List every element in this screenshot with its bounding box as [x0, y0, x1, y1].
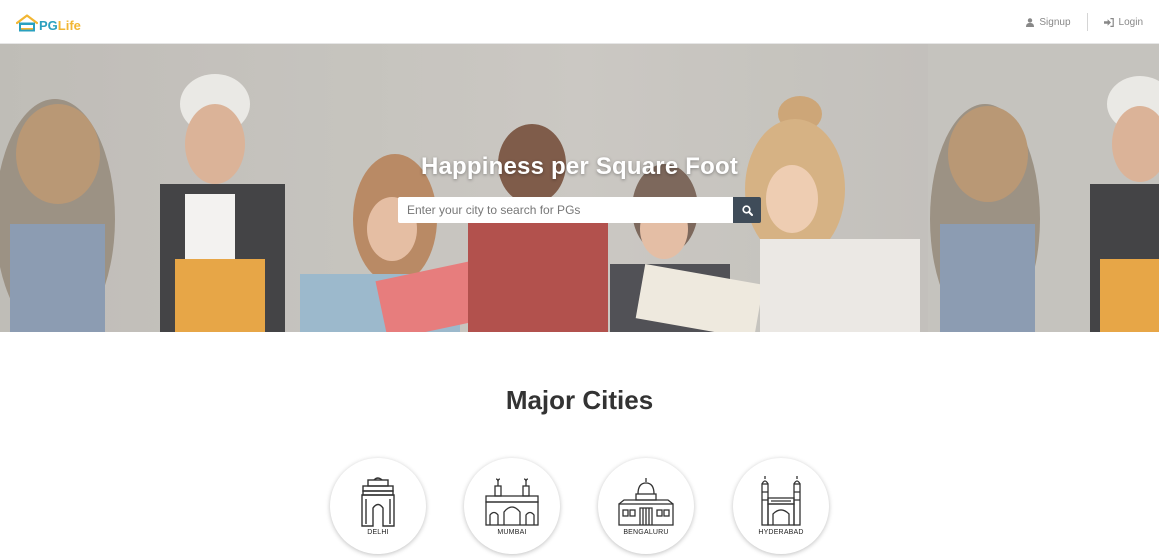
hero-banner: Happiness per Square Foot — [0, 44, 1159, 332]
sign-in-icon — [1103, 17, 1114, 27]
city-card-mumbai[interactable]: MUMBAI — [464, 458, 560, 554]
city-name-mumbai: MUMBAI — [497, 529, 527, 536]
top-navbar: PGLife Signup Login — [0, 0, 1159, 44]
login-label: Login — [1118, 16, 1143, 28]
signup-label: Signup — [1039, 16, 1071, 28]
city-name-delhi: DELHI — [367, 529, 389, 536]
search-button[interactable] — [733, 197, 761, 223]
charminar-icon — [761, 476, 801, 526]
vidhana-soudha-icon — [618, 478, 674, 526]
signup-link[interactable]: Signup — [1026, 16, 1071, 28]
search-icon — [741, 204, 753, 216]
city-search-form — [398, 197, 761, 223]
auth-nav: Signup Login — [1026, 13, 1143, 31]
logo-text-pg: PG — [39, 18, 58, 33]
house-logo-icon — [16, 14, 38, 32]
hero-tagline: Happiness per Square Foot — [420, 153, 739, 180]
city-card-hyderabad[interactable]: HYDERABAD — [733, 458, 829, 554]
nav-divider — [1086, 13, 1088, 31]
city-name-hyderabad: HYDERABAD — [758, 529, 804, 536]
major-cities-heading: Major Cities — [505, 385, 654, 415]
city-card-bengaluru[interactable]: BENGALURU — [598, 458, 694, 554]
pglife-logo[interactable]: PGLife — [16, 11, 81, 33]
gateway-of-india-icon — [485, 478, 539, 526]
city-name-bengaluru: BENGALURU — [623, 529, 669, 536]
city-search-input[interactable] — [398, 197, 733, 223]
india-gate-icon — [361, 477, 395, 527]
user-icon — [1026, 17, 1035, 27]
major-cities-list: DELHI MUMBAI BENGALURU HYDERABAD — [330, 458, 830, 558]
students-photo-background — [0, 44, 1159, 332]
city-card-delhi[interactable]: DELHI — [330, 458, 426, 554]
logo-text-life: Life — [57, 18, 81, 33]
login-link[interactable]: Login — [1103, 16, 1143, 28]
